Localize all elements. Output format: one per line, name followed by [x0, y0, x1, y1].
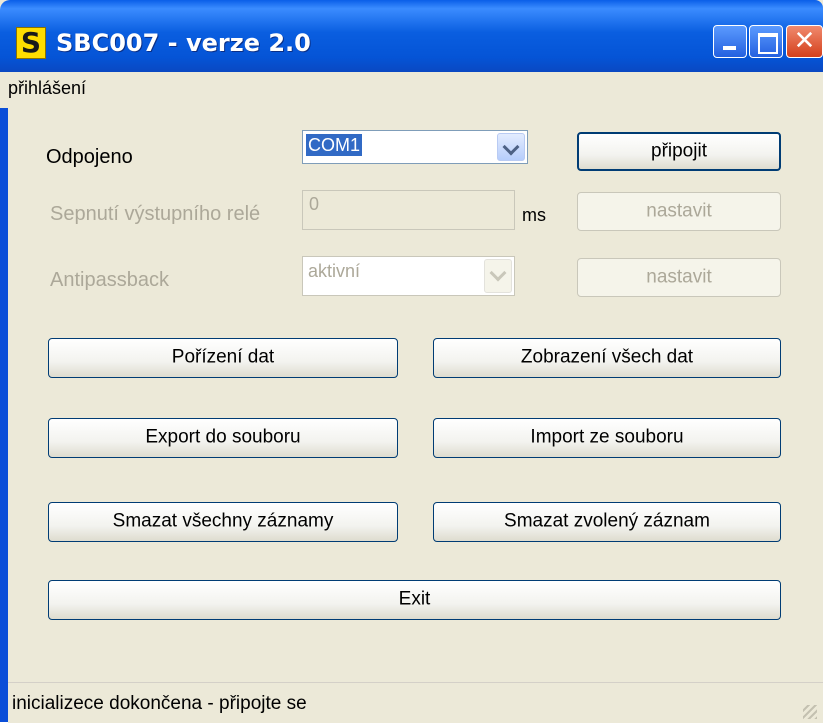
close-icon: ✕ — [793, 26, 816, 56]
status-text: inicializece dokončena - připojte se — [12, 693, 307, 714]
window-border — [0, 72, 8, 722]
export-button[interactable]: Export do souboru — [48, 418, 398, 458]
acquire-data-label: Pořízení dat — [171, 346, 275, 368]
relay-time-input[interactable]: 0 — [302, 190, 515, 230]
antipassback-set-button-label: nastavit — [646, 266, 712, 288]
antipassback-dropdown-button[interactable] — [484, 259, 512, 293]
menu-bar: přihlášení — [0, 72, 823, 108]
chevron-down-icon — [489, 264, 507, 282]
import-label: Import ze souboru — [530, 426, 684, 448]
maximize-icon — [758, 33, 778, 54]
delete-selected-button[interactable]: Smazat zvolený záznam — [433, 502, 781, 542]
import-button[interactable]: Import ze souboru — [433, 418, 781, 458]
antipassback-select[interactable]: aktivní — [302, 256, 515, 296]
relay-time-value: 0 — [309, 194, 320, 214]
close-button[interactable]: ✕ — [786, 25, 823, 58]
minimize-icon — [723, 46, 736, 50]
connection-status-label: Odpojeno — [46, 146, 133, 168]
window-title: SBC007 - verze 2.0 — [56, 29, 311, 57]
resize-grip-icon[interactable] — [803, 705, 817, 719]
minimize-button[interactable] — [713, 25, 747, 58]
delete-selected-label: Smazat zvolený záznam — [504, 510, 710, 532]
delete-all-label: Smazat všechny záznamy — [112, 510, 334, 532]
relay-set-button-label: nastavit — [646, 200, 712, 222]
title-bar[interactable]: S SBC007 - verze 2.0 ✕ — [0, 0, 823, 72]
acquire-data-button[interactable]: Pořízení dat — [48, 338, 398, 378]
status-bar: inicializece dokončena - připojte se — [8, 682, 823, 723]
relay-unit: ms — [522, 205, 546, 225]
app-icon[interactable]: S — [16, 27, 46, 59]
menu-item-login[interactable]: přihlášení — [8, 78, 86, 99]
show-all-data-button[interactable]: Zobrazení všech dat — [433, 338, 781, 378]
show-all-data-label: Zobrazení všech dat — [520, 346, 694, 368]
client-area: Odpojeno COM1 připojit Sepnutí výstupníh… — [8, 108, 823, 682]
port-value: COM1 — [306, 134, 363, 156]
exit-label: Exit — [398, 588, 431, 610]
port-dropdown-button[interactable] — [497, 133, 525, 161]
port-select[interactable]: COM1 — [302, 130, 528, 164]
delete-all-button[interactable]: Smazat všechny záznamy — [48, 502, 398, 542]
antipassback-value: aktivní — [308, 261, 361, 281]
export-label: Export do souboru — [145, 426, 301, 448]
connect-button[interactable]: připojit — [577, 132, 781, 171]
relay-label: Sepnutí výstupního relé — [50, 203, 261, 225]
app-window: S SBC007 - verze 2.0 ✕ přihlášení Odpoje… — [0, 0, 823, 723]
antipassback-set-button[interactable]: nastavit — [577, 258, 781, 297]
antipassback-label: Antipassback — [50, 269, 169, 291]
relay-set-button[interactable]: nastavit — [577, 192, 781, 231]
exit-button[interactable]: Exit — [48, 580, 781, 620]
chevron-down-icon — [502, 138, 520, 156]
connect-button-label: připojit — [651, 140, 707, 162]
maximize-button[interactable] — [749, 25, 783, 58]
